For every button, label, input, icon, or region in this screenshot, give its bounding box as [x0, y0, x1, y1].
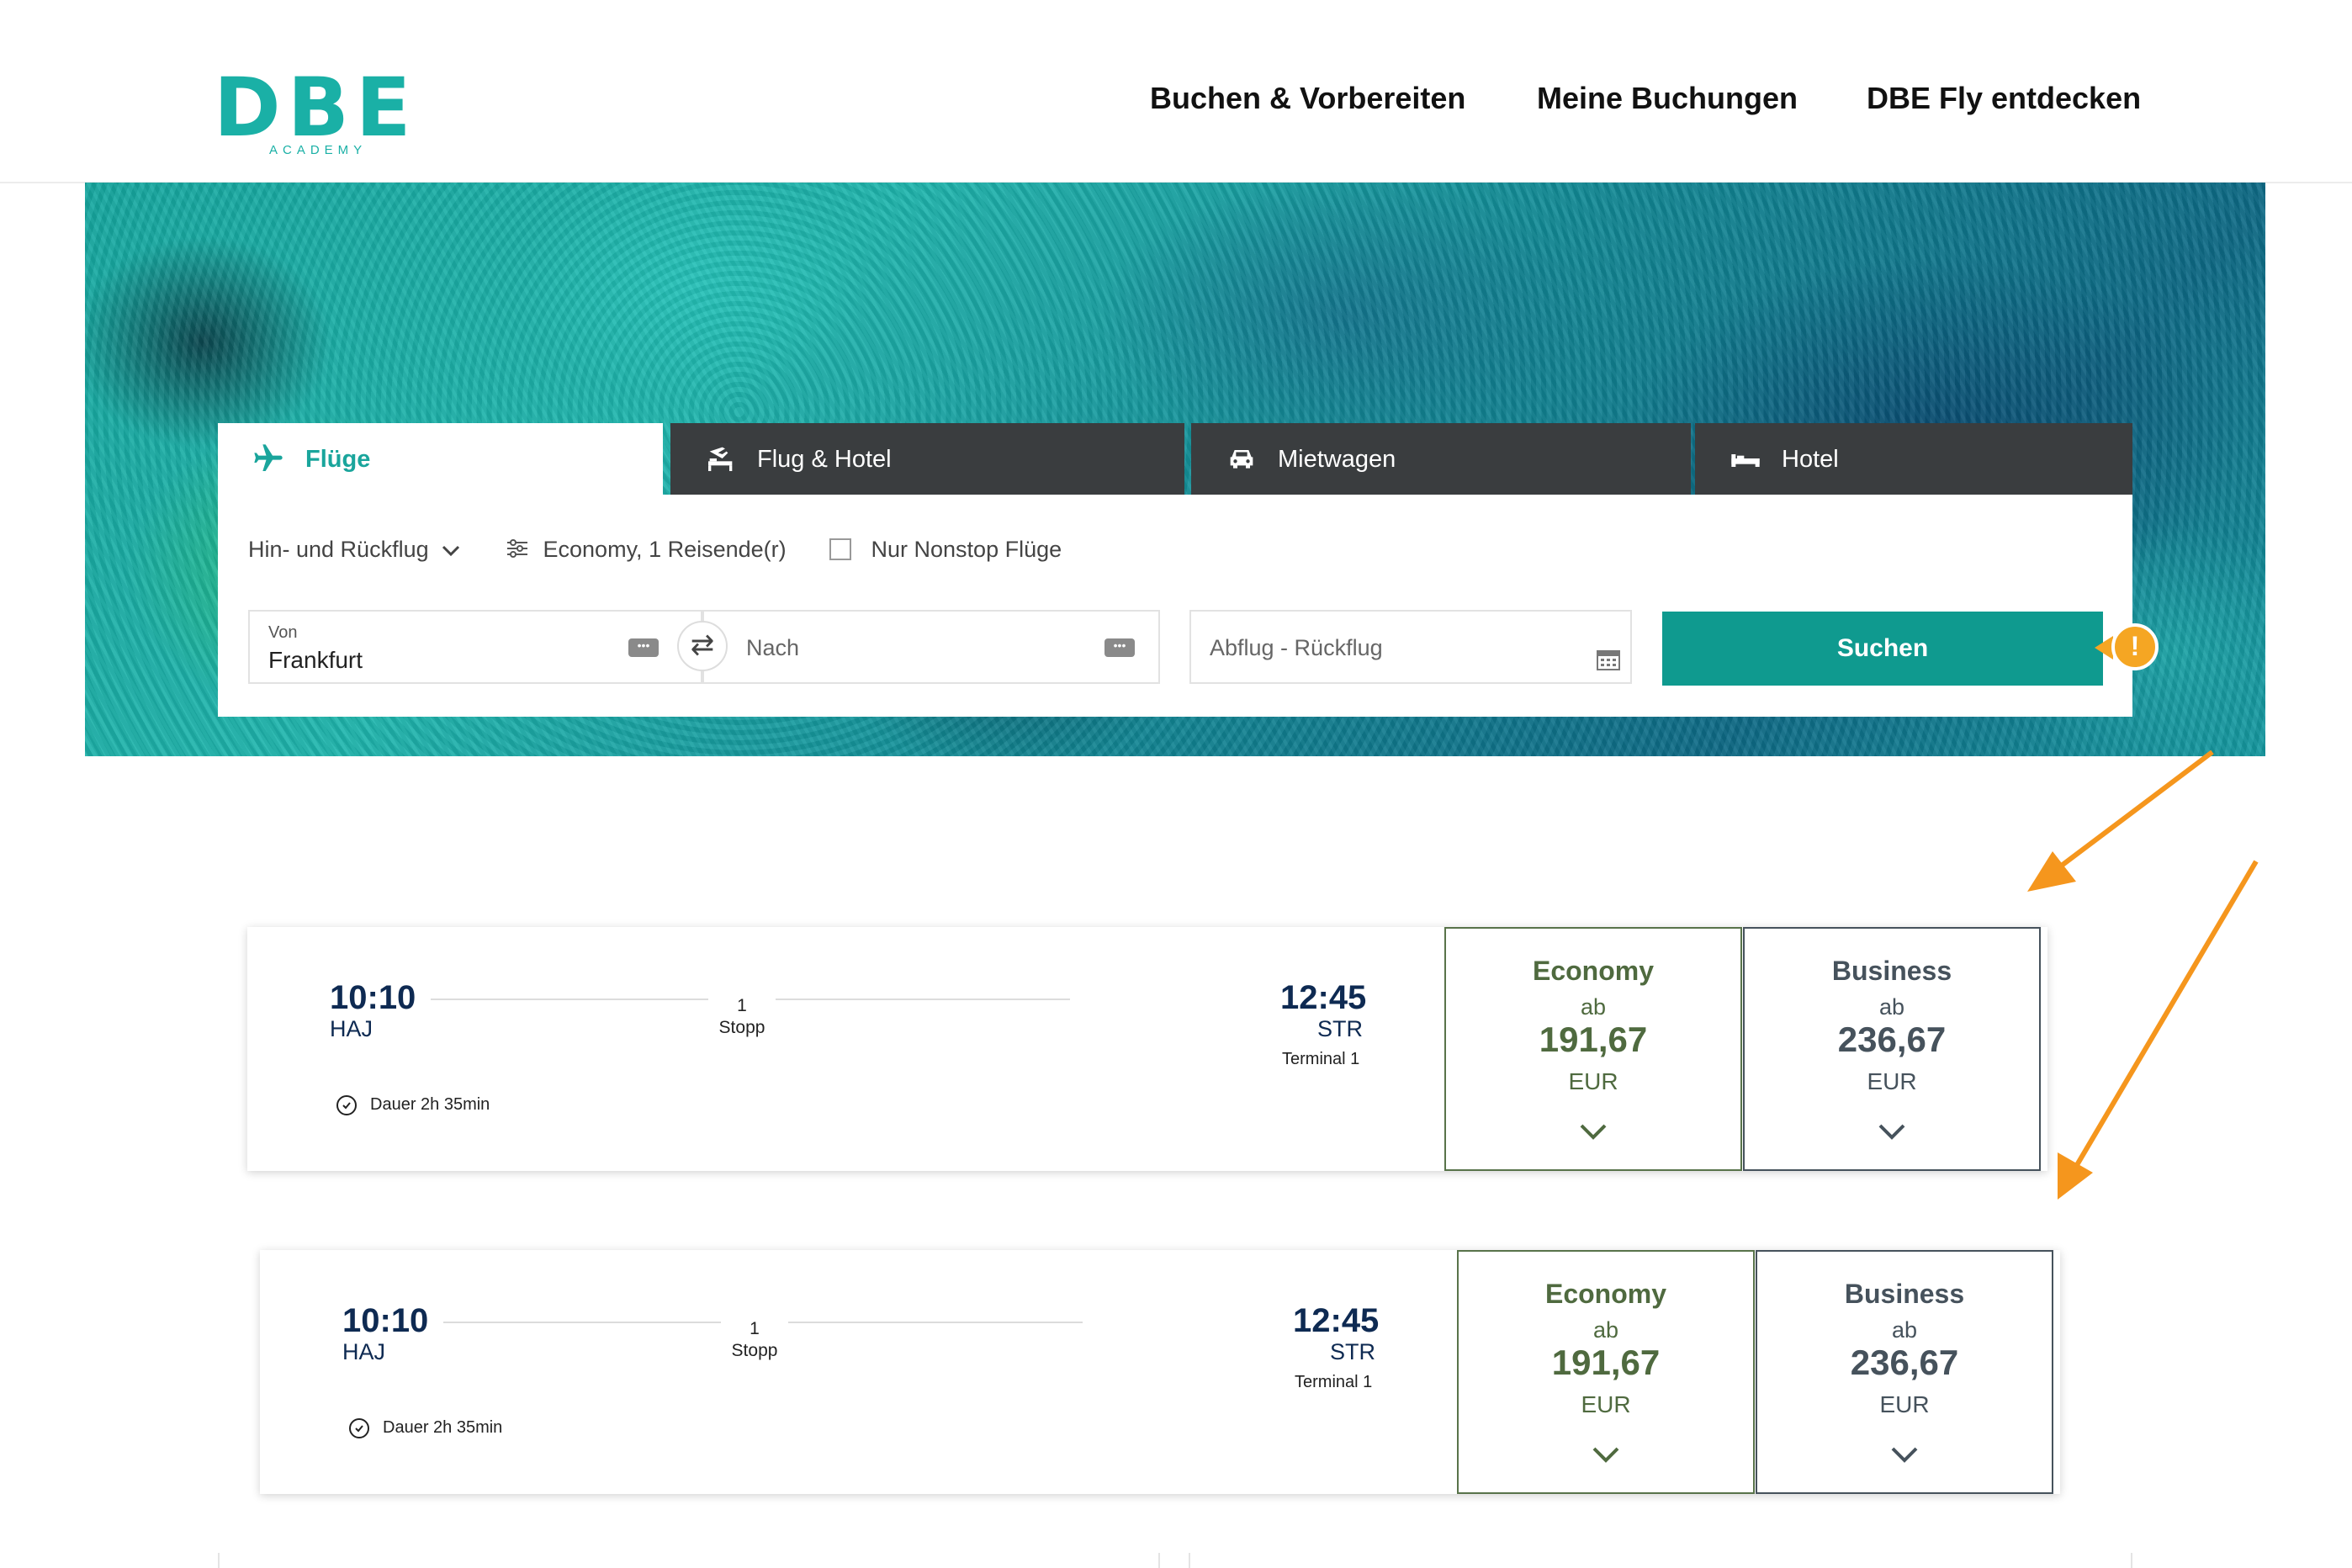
bed-icon	[1729, 442, 1762, 482]
divider	[218, 1553, 220, 1568]
origin-label: Von	[268, 623, 298, 642]
airport-suggestion-icon[interactable]: •••	[1104, 638, 1135, 657]
economy-fare-option[interactable]: Economy ab 191,67 EUR	[1457, 1250, 1755, 1494]
sliders-icon	[506, 538, 528, 564]
arrival-time: 12:45	[1293, 1302, 1380, 1339]
destination-placeholder: Nach	[746, 635, 800, 660]
flight-duration: Dauer 2h 35min	[370, 1095, 490, 1114]
divider	[1158, 1553, 1160, 1568]
tab-fluege[interactable]: Flüge	[218, 423, 663, 495]
business-fare-option[interactable]: Business ab 236,67 EUR	[1743, 927, 2041, 1171]
nonstop-checkbox[interactable]	[829, 538, 851, 560]
flight-duration: Dauer 2h 35min	[383, 1418, 503, 1437]
arrival-terminal: Terminal 1	[1295, 1373, 1373, 1391]
annotation-arrow-1	[2027, 750, 2214, 892]
car-icon	[1225, 442, 1258, 482]
chevron-down-icon[interactable]	[1745, 1122, 2039, 1147]
divider	[2131, 1553, 2132, 1568]
fare-currency: EUR	[1568, 1068, 1618, 1094]
fare-from-label: ab	[1580, 994, 1607, 1020]
trip-type-dropdown[interactable]: Hin- und Rückflug	[248, 537, 460, 563]
tab-mietwagen-label: Mietwagen	[1278, 446, 1396, 473]
nonstop-option[interactable]: Nur Nonstop Flüge	[829, 537, 1062, 563]
tab-flug-hotel-label: Flug & Hotel	[757, 446, 892, 473]
annotation-pointer	[2095, 636, 2113, 660]
fare-from-label: ab	[1891, 1317, 1918, 1343]
tab-mietwagen[interactable]: Mietwagen	[1191, 423, 1691, 495]
stops-count: 1	[708, 996, 776, 1016]
date-range-field[interactable]: Abflug - Rückflug	[1189, 610, 1632, 684]
tab-fluege-label: Flüge	[305, 446, 371, 473]
flight-result-card[interactable]: 10:10 HAJ 1 Stopp 12:45 STR Terminal 1 D…	[260, 1250, 2060, 1494]
departure-airport: HAJ	[342, 1339, 386, 1364]
trip-type-label: Hin- und Rückflug	[248, 537, 429, 562]
swap-airports-button[interactable]: ⇄	[677, 621, 728, 671]
divider	[1189, 1553, 1190, 1568]
date-range-placeholder: Abflug - Rückflug	[1210, 635, 1383, 660]
nonstop-label: Nur Nonstop Flüge	[871, 537, 1062, 562]
arrival-time: 12:45	[1280, 979, 1367, 1016]
departure-time: 10:10	[342, 1302, 429, 1339]
flight-search-panel: Hin- und Rückflug Economy, 1 Reisende(r)…	[218, 495, 2132, 717]
origin-field[interactable]: Von Frankfurt •••	[248, 610, 702, 684]
departure-airport: HAJ	[330, 1016, 373, 1041]
tab-hotel[interactable]: Hotel	[1695, 423, 2132, 495]
warning-annotation-icon: !	[2111, 623, 2159, 670]
fare-class: Economy	[1532, 956, 1655, 986]
flight-hotel-icon	[704, 442, 738, 482]
cabin-passenger-label: Economy, 1 Reisende(r)	[543, 537, 787, 562]
fare-currency: EUR	[1867, 1068, 1917, 1094]
tab-flug-hotel[interactable]: Flug & Hotel	[670, 423, 1184, 495]
arrival-airport: STR	[1330, 1339, 1375, 1364]
business-fare-option[interactable]: Business ab 236,67 EUR	[1756, 1250, 2053, 1494]
fare-price: 191,67	[1551, 1343, 1661, 1382]
chevron-down-icon	[442, 537, 460, 563]
fare-class: Economy	[1544, 1279, 1667, 1309]
destination-field[interactable]: Nach •••	[702, 610, 1160, 684]
fare-class: Business	[1844, 1279, 1965, 1309]
fare-price: 236,67	[1850, 1343, 1959, 1382]
fare-price: 191,67	[1539, 1020, 1648, 1059]
clock-icon	[349, 1418, 369, 1438]
departure-time: 10:10	[330, 979, 416, 1016]
fare-class: Business	[1831, 956, 1952, 986]
arrival-airport: STR	[1317, 1016, 1363, 1041]
search-button[interactable]: Suchen	[1662, 612, 2103, 686]
fare-from-label: ab	[1878, 994, 1905, 1020]
fare-from-label: ab	[1592, 1317, 1619, 1343]
cabin-passenger-selector[interactable]: Economy, 1 Reisende(r)	[506, 537, 787, 564]
arrival-terminal: Terminal 1	[1282, 1050, 1360, 1068]
stops-label: Stopp	[718, 1018, 765, 1037]
tab-hotel-label: Hotel	[1782, 446, 1839, 473]
fare-currency: EUR	[1879, 1391, 1930, 1417]
calendar-icon[interactable]	[1597, 649, 1620, 675]
origin-value: Frankfurt	[268, 647, 363, 673]
flight-result-card[interactable]: 10:10 HAJ 1 Stopp 12:45 STR Terminal 1 D…	[247, 927, 2047, 1171]
annotation-arrow-2	[2058, 860, 2259, 1200]
fare-price: 236,67	[1837, 1020, 1947, 1059]
economy-fare-option[interactable]: Economy ab 191,67 EUR	[1444, 927, 1742, 1171]
chevron-down-icon[interactable]	[1757, 1445, 2052, 1470]
stops-count: 1	[721, 1319, 788, 1339]
chevron-down-icon[interactable]	[1446, 1122, 1740, 1147]
chevron-down-icon[interactable]	[1459, 1445, 1753, 1470]
stops-label: Stopp	[731, 1341, 778, 1360]
fare-currency: EUR	[1581, 1391, 1631, 1417]
airport-suggestion-icon[interactable]: •••	[628, 638, 659, 657]
clock-icon	[336, 1095, 357, 1115]
plane-icon	[252, 442, 285, 482]
